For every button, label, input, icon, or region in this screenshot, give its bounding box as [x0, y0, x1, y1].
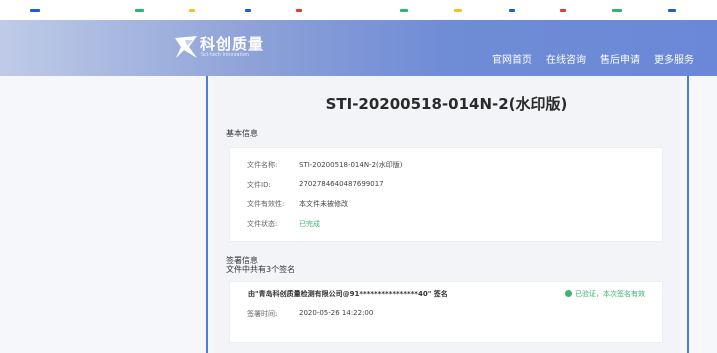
color-dash — [189, 9, 195, 12]
color-dash — [509, 9, 515, 12]
color-dash — [668, 9, 676, 12]
panel-right-border — [687, 76, 689, 353]
site-logo[interactable]: 科创质量 Sci-tech innovation — [173, 32, 293, 68]
field-key: 签署时间: — [247, 310, 278, 318]
nav-more-services[interactable]: 更多服务 — [654, 51, 694, 66]
field-key: 文件ID: — [247, 181, 271, 189]
logo-subtitle: Sci-tech innovation — [201, 52, 250, 58]
field-value: 2702784640487699017 — [299, 180, 384, 188]
top-color-strip — [0, 0, 717, 20]
status-completed: 已完成 — [299, 220, 320, 228]
nav-online-consult[interactable]: 在线咨询 — [546, 51, 586, 66]
document-title: STI-20200518-014N-2(水印版) — [325, 95, 568, 113]
field-value: STI-20200518-014N-2(水印版) — [299, 161, 403, 169]
main-nav: 官网首页 在线咨询 售后申请 更多服务 — [492, 51, 694, 66]
field-key: 文件名称: — [247, 161, 278, 169]
color-dash — [560, 9, 566, 12]
field-value: 本文件未被修改 — [299, 200, 348, 208]
signature-signer: 由"青岛科创质量检测有限公司@91****************40" 签名 — [248, 290, 448, 298]
color-dash — [454, 9, 462, 12]
field-key: 文件状态: — [247, 220, 278, 228]
logo-title: 科创质量 — [200, 35, 265, 53]
signature-status-text: 已验证，本次签名有效 — [575, 290, 645, 298]
logo-mark-icon — [175, 36, 197, 58]
field-value: 2020-05-26 14:22:00 — [299, 309, 374, 317]
field-key: 文件有效性: — [247, 200, 285, 208]
site-header: 科创质量 Sci-tech innovation 官网首页 在线咨询 售后申请 … — [0, 20, 717, 76]
basic-info-card — [229, 147, 663, 242]
signature-count: 文件中共有3个签名 — [226, 265, 296, 274]
color-dash — [296, 9, 302, 12]
color-dash — [400, 9, 408, 12]
nav-home[interactable]: 官网首页 — [492, 51, 532, 66]
color-dash — [612, 9, 622, 12]
color-dash — [135, 9, 144, 12]
signature-status: 已验证，本次签名有效 — [565, 289, 645, 299]
nav-after-sales[interactable]: 售后申请 — [600, 51, 640, 66]
basic-info-heading: 基本信息 — [226, 129, 258, 138]
panel-left-border — [206, 76, 208, 353]
color-dash — [245, 9, 251, 12]
check-circle-icon — [565, 290, 572, 297]
color-dash — [30, 9, 40, 12]
